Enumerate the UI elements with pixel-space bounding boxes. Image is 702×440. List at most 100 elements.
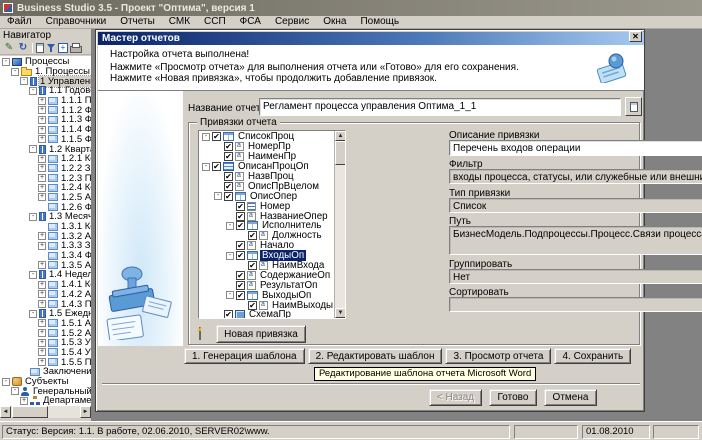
document-icon xyxy=(630,102,638,112)
expand-icon[interactable]: + xyxy=(38,174,46,182)
navigator-hscrollbar[interactable]: ◄ ► xyxy=(0,406,91,418)
expand-icon[interactable]: + xyxy=(38,135,46,143)
binding-tree-item[interactable]: ✔СхемаПр xyxy=(199,310,345,319)
expand-icon[interactable]: + xyxy=(38,329,46,337)
expand-icon[interactable]: + xyxy=(38,97,46,105)
scrollbar-thumb[interactable] xyxy=(335,141,346,165)
expand-icon[interactable]: + xyxy=(38,126,46,134)
checkbox-icon[interactable]: ✔ xyxy=(248,301,257,310)
collapse-icon[interactable]: - xyxy=(11,68,19,76)
expand-icon[interactable]: + xyxy=(38,193,46,201)
menu-item-5[interactable]: ФСА xyxy=(233,16,268,28)
collapse-icon[interactable]: - xyxy=(214,192,222,200)
expand-icon[interactable]: + xyxy=(38,300,46,308)
collapse-icon[interactable]: - xyxy=(202,163,210,171)
edit-icon[interactable]: ✎ xyxy=(3,42,15,54)
checkbox-icon[interactable]: ✔ xyxy=(236,251,245,260)
collapse-icon[interactable]: - xyxy=(29,145,37,153)
expand-icon[interactable]: + xyxy=(38,164,46,172)
action-button-2[interactable]: 2. Редактировать шаблон xyxy=(308,348,443,364)
report-icon[interactable] xyxy=(36,43,44,53)
collapse-icon[interactable]: - xyxy=(226,222,234,230)
expand-icon[interactable]: + xyxy=(38,184,46,192)
collapse-icon[interactable]: - xyxy=(2,378,10,386)
scroll-down-icon[interactable]: ▼ xyxy=(335,308,346,318)
checkbox-icon[interactable]: ✔ xyxy=(236,212,245,221)
collapse-icon[interactable]: - xyxy=(29,271,37,279)
collapse-icon[interactable]: - xyxy=(226,252,234,260)
menu-item-3[interactable]: СМК xyxy=(162,16,197,28)
collapse-icon[interactable]: - xyxy=(29,87,37,95)
collapse-icon[interactable]: - xyxy=(11,387,19,395)
checkbox-icon[interactable]: ✔ xyxy=(236,271,245,280)
menu-item-7[interactable]: Окна xyxy=(316,16,353,28)
expand-icon[interactable]: + xyxy=(38,232,46,240)
root-icon xyxy=(12,58,22,66)
checkbox-icon[interactable]: ✔ xyxy=(212,132,221,141)
bindings-tree-scrollbar[interactable]: ▲ ▼ xyxy=(334,131,345,318)
collapse-icon[interactable]: - xyxy=(202,133,210,141)
print-icon[interactable]: ▾ xyxy=(70,43,82,53)
expand-icon[interactable]: + xyxy=(38,281,46,289)
expand-icon[interactable]: + xyxy=(38,339,46,347)
checkbox-icon[interactable]: ✔ xyxy=(236,221,245,230)
checkbox-icon[interactable]: ✔ xyxy=(236,241,245,250)
add-window-icon[interactable]: + xyxy=(58,43,68,53)
finish-button[interactable]: Готово xyxy=(489,389,537,406)
scrollbar-thumb[interactable] xyxy=(12,406,48,418)
expand-icon[interactable]: + xyxy=(38,348,46,356)
checkbox-icon[interactable]: ✔ xyxy=(224,192,233,201)
cancel-button[interactable]: Отмена xyxy=(544,389,597,406)
expand-icon[interactable]: + xyxy=(38,155,46,163)
new-binding-button[interactable]: Новая привязка xyxy=(216,325,306,343)
collapse-icon[interactable]: - xyxy=(20,77,28,85)
action-button-1[interactable]: 1. Генерация шаблона xyxy=(184,348,305,364)
checkbox-icon[interactable]: ✔ xyxy=(224,182,233,191)
checkbox-icon[interactable]: ✔ xyxy=(224,172,233,181)
sort-value xyxy=(449,297,702,312)
checkbox-icon[interactable]: ✔ xyxy=(248,231,257,240)
nav-tree-item[interactable]: +Департамент xyxy=(0,396,91,406)
binding-description-input[interactable]: Перечень входов операции xyxy=(449,140,702,156)
expand-icon[interactable]: + xyxy=(38,242,46,250)
menu-item-1[interactable]: Справочники xyxy=(39,16,114,28)
expand-icon[interactable]: + xyxy=(20,397,28,405)
path-value: БизнесМодель.Подпроцессы.Процесс.Связи п… xyxy=(449,226,702,255)
open-report-button[interactable] xyxy=(625,97,642,116)
action-button-4[interactable]: 4. Сохранить xyxy=(554,348,631,364)
checkbox-icon[interactable]: ✔ xyxy=(236,291,245,300)
refresh-icon[interactable]: ↻ xyxy=(17,42,29,54)
checkbox-icon[interactable]: ✔ xyxy=(212,162,221,171)
expand-icon[interactable]: + xyxy=(38,116,46,124)
expand-icon[interactable]: + xyxy=(38,106,46,114)
menu-item-2[interactable]: Отчеты xyxy=(113,16,162,28)
expander-spacer xyxy=(38,252,46,260)
action-button-3[interactable]: 3. Просмотр отчета xyxy=(445,348,551,364)
collapse-icon[interactable]: - xyxy=(2,58,10,66)
checkbox-icon[interactable]: ✔ xyxy=(248,261,257,270)
menu-item-8[interactable]: Помощь xyxy=(353,16,406,28)
collapse-icon[interactable]: - xyxy=(29,213,37,221)
checkbox-icon[interactable]: ✔ xyxy=(224,142,233,151)
menu-item-0[interactable]: Файл xyxy=(0,16,39,28)
expand-icon[interactable]: + xyxy=(38,290,46,298)
checkbox-icon[interactable]: ✔ xyxy=(224,310,233,319)
back-button[interactable]: < Назад xyxy=(429,389,482,406)
scroll-left-icon[interactable]: ◄ xyxy=(0,406,11,418)
menu-item-6[interactable]: Сервис xyxy=(268,16,316,28)
tooltip: Редактирование шаблона отчета Microsoft … xyxy=(314,367,536,381)
expand-icon[interactable]: + xyxy=(38,261,46,269)
checkbox-icon[interactable]: ✔ xyxy=(236,281,245,290)
collapse-icon[interactable]: - xyxy=(226,291,234,299)
report-name-input[interactable]: Регламент процесса управления Оптима_1_1 xyxy=(259,98,621,116)
close-icon[interactable]: ✕ xyxy=(629,31,642,42)
filter-icon[interactable] xyxy=(46,43,56,53)
scroll-up-icon[interactable]: ▲ xyxy=(335,131,346,141)
checkbox-icon[interactable]: ✔ xyxy=(224,152,233,161)
checkbox-icon[interactable]: ✔ xyxy=(236,202,245,211)
collapse-icon[interactable]: - xyxy=(29,310,37,318)
expand-icon[interactable]: + xyxy=(38,358,46,366)
expand-icon[interactable]: + xyxy=(38,319,46,327)
menu-item-4[interactable]: ССП xyxy=(197,16,233,28)
scroll-right-icon[interactable]: ► xyxy=(80,406,91,418)
